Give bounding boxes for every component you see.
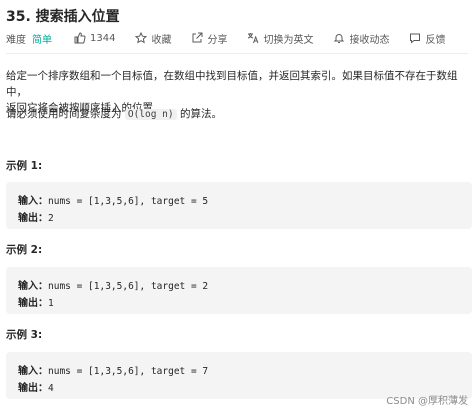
example-3-input: 输入：nums = [1,3,5,6], target = 7 [18,362,208,377]
difficulty-label: 难度 [6,34,26,46]
example-2-input: 输入：nums = [1,3,5,6], target = 2 [18,277,208,292]
problem-title: 35. 搜索插入位置 [6,9,120,25]
thumbs-up-icon [74,32,86,44]
example-1-output: 输出：2 [18,209,54,224]
output-value: 4 [48,383,54,394]
favorite-button[interactable]: 收藏 [135,31,171,46]
notify-button[interactable]: 接收动态 [333,31,389,46]
share-icon [192,32,203,43]
translate-icon [248,33,259,44]
input-label: 输入： [18,366,48,377]
input-label: 输入： [18,196,48,207]
csdn-watermark: CSDN @厚积薄发​ [386,396,468,407]
bell-icon [334,34,345,43]
share-button[interactable]: 分享 [191,31,227,46]
output-value: 1 [48,298,54,309]
example-1-title: 示例 1: [6,160,43,172]
difficulty-badge: 简单 [32,34,52,46]
output-value: 2 [48,213,54,224]
like-button[interactable]: 1344 [74,32,115,44]
input-value: nums = [1,3,5,6], target = 5 [48,196,209,207]
example-3-title: 示例 3: [6,329,43,341]
problem-meta-bar: 难度 简单 1344 收藏 分享 切换为英文 接收动态 反馈 [6,30,465,46]
star-icon [135,32,148,44]
example-2-output: 输出：1 [18,294,54,309]
like-count: 1344 [90,32,116,44]
notify-label: 接收动态 [349,34,390,46]
feedback-icon [410,33,421,44]
translate-button[interactable]: 切换为英文 [247,31,313,46]
input-label: 输入： [18,281,48,292]
input-value: nums = [1,3,5,6], target = 7 [48,366,209,377]
input-value: nums = [1,3,5,6], target = 2 [48,281,209,292]
requirement-suffix: 的算法。 [176,108,222,120]
share-label: 分享 [207,34,228,46]
example-2-title: 示例 2: [6,244,43,256]
header-divider [6,53,468,54]
example-1-box: 输入：nums = [1,3,5,6], target = 5 输出：2 [6,182,472,229]
complexity-requirement: 请必须使用时间复杂度为 O(log n) 的算法。 [6,106,468,123]
feedback-button[interactable]: 反馈 [409,31,445,46]
output-label: 输出： [18,298,48,309]
requirement-prefix: 请必须使用时间复杂度为 [6,108,125,120]
example-3-output: 输出：4 [18,379,54,394]
output-label: 输出： [18,383,48,394]
output-label: 输出： [18,213,48,224]
complexity-code: O(log n) [124,109,177,120]
feedback-label: 反馈 [425,34,446,46]
translate-label: 切换为英文 [263,34,314,46]
description-line-1: 给定一个排序数组和一个目标值，在数组中找到目标值，并返回其索引。如果目标值不存在… [6,70,458,98]
favorite-label: 收藏 [151,34,172,46]
example-1-input: 输入：nums = [1,3,5,6], target = 5 [18,192,208,207]
example-2-box: 输入：nums = [1,3,5,6], target = 2 输出：1 [6,267,472,314]
